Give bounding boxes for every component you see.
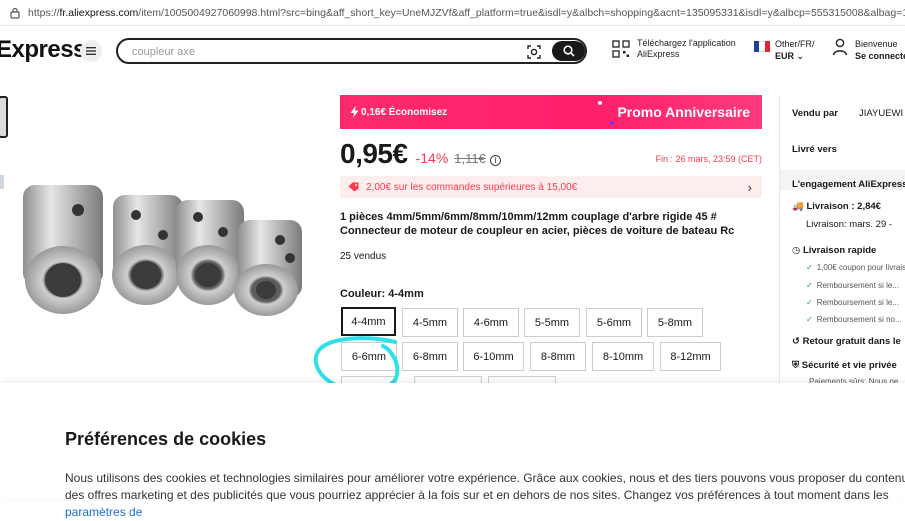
option-4-6mm[interactable]: 4-6mm (463, 308, 519, 337)
sparkle-icon (610, 121, 614, 125)
fast-delivery-point: ✓1,00€ coupon pour livraison... (806, 263, 905, 272)
ship-to-label[interactable]: Livré vers (792, 144, 837, 155)
savings-text: 0,16€ Économisez (361, 106, 448, 118)
check-icon: ✓ (806, 263, 813, 272)
aliexpress-logo[interactable]: Express (0, 36, 86, 64)
option-5-6mm[interactable]: 5-6mm (586, 308, 642, 337)
france-flag-icon (754, 41, 770, 52)
truck-icon: 🚚 (792, 201, 804, 212)
welcome-text: Bienvenue (855, 39, 898, 49)
hamburger-icon (86, 47, 96, 55)
option-8-8mm[interactable]: 8-8mm (530, 342, 586, 371)
option-6-10mm[interactable]: 6-10mm (463, 342, 524, 371)
option-5-8mm[interactable]: 5-8mm (647, 308, 703, 337)
lightning-icon (350, 106, 359, 118)
cookie-settings-link[interactable]: paramètres de (65, 505, 142, 519)
check-icon: ✓ (806, 281, 813, 290)
seller-name[interactable]: JIAYUEWI (859, 108, 903, 119)
option-4-5mm[interactable]: 4-5mm (402, 308, 458, 337)
delivery-price: 🚚 Livraison : 2,84€ (792, 201, 881, 212)
option-4-4mm[interactable]: 4-4mm (341, 307, 396, 336)
search-button[interactable] (552, 41, 585, 61)
language-currency-selector[interactable]: Other/FR/EUR ⌄ (754, 38, 815, 62)
camera-search-icon[interactable] (525, 43, 543, 61)
clock-icon: ◷ (792, 245, 801, 256)
app-line-2: AliExpress (637, 49, 680, 59)
menu-button[interactable] (80, 40, 102, 62)
free-return: ↺ Retour gratuit dans le (792, 336, 901, 347)
search-icon (562, 45, 575, 57)
promo-title: Promo Anniversaire (617, 104, 750, 120)
sold-count: 25 vendus (340, 251, 387, 262)
delivery-date: Livraison: mars. 29 - (806, 219, 893, 230)
cookie-body: Nous utilisons des cookies et technologi… (65, 471, 905, 519)
discount-badge: -14% (415, 150, 449, 166)
url-text[interactable]: https://fr.aliexpress.com/item/100500492… (28, 7, 905, 19)
check-icon: ✓ (806, 298, 813, 307)
check-icon: ✓ (806, 315, 813, 324)
gallery-thumbnail[interactable] (0, 96, 8, 138)
search-input[interactable] (132, 44, 512, 60)
user-icon (832, 38, 848, 56)
coupon-banner[interactable]: 2,00€ sur les commandes supérieures à 15… (340, 176, 762, 198)
security-privacy: ⛨ Sécurité et vie privée (792, 360, 897, 371)
color-label: Couleur: 4-4mm (340, 288, 424, 300)
option-6-8mm[interactable]: 6-8mm (402, 342, 458, 371)
shield-icon: ⛨ (792, 360, 800, 371)
browser-url-bar[interactable]: https://fr.aliexpress.com/item/100500492… (0, 0, 905, 26)
current-price: 0,95€ (340, 138, 408, 169)
fast-delivery-point: ✓ Remboursement si no... (806, 315, 902, 324)
option-8-10mm[interactable]: 8-10mm (592, 342, 654, 371)
savings-label: 0,16€ Économisez (350, 106, 447, 118)
sold-by-label: Vendu par (792, 108, 838, 119)
seller-sidebar: Vendu par JIAYUEWI Livré vers L'engageme… (779, 95, 905, 395)
chevron-right-icon: › (747, 179, 752, 195)
price-row: 0,95€ -14% 1,11€ i Fin : 26 mars, 23:59 … (340, 138, 762, 170)
account-menu[interactable]: Bienvenue Se connecter (832, 38, 905, 62)
qr-code-icon (612, 40, 630, 58)
search-bar (116, 38, 587, 64)
fast-delivery: ◷ Livraison rapide (792, 245, 877, 256)
promo-banner[interactable]: 0,16€ Économisez Promo Anniversaire (340, 95, 762, 129)
lang-line-1: Other/FR/ (775, 39, 815, 49)
option-8-12mm[interactable]: 8-12mm (660, 342, 721, 371)
promo-end-time: Fin : 26 mars, 23:59 (CET) (655, 154, 762, 164)
coupon-text: 2,00€ sur les commandes supérieures à 15… (366, 181, 578, 193)
lock-icon (10, 7, 20, 19)
cookie-title: Préférences de cookies (65, 429, 267, 449)
tag-icon (348, 182, 359, 192)
info-icon[interactable]: i (489, 155, 501, 166)
fast-delivery-point: ✓ Remboursement si le... (806, 281, 899, 290)
chevron-down-icon: ⌄ (796, 51, 805, 61)
return-icon: ↺ (792, 336, 800, 347)
sign-in-text: Se connecter (855, 51, 905, 61)
sparkle-icon (598, 101, 602, 105)
app-line-1: Téléchargez l'application (637, 38, 736, 48)
fast-delivery-point: ✓ Remboursement si le... (806, 298, 899, 307)
commitment-title: L'engagement AliExpress (792, 179, 905, 190)
cookie-banner: Préférences de cookies Nous utilisons de… (0, 383, 905, 519)
option-5-5mm[interactable]: 5-5mm (524, 308, 580, 337)
gallery-thumbnail[interactable] (0, 175, 4, 189)
site-header: Express Téléchargez l'applicationAliExpr… (0, 26, 905, 78)
currency-label: EUR (775, 51, 795, 61)
product-image[interactable] (18, 160, 326, 320)
download-app-link[interactable]: Téléchargez l'application AliExpress (612, 38, 736, 60)
product-title: 1 pièces 4mm/5mm/6mm/8mm/10mm/12mm coupl… (340, 211, 735, 237)
original-price: 1,11€ (454, 151, 486, 166)
